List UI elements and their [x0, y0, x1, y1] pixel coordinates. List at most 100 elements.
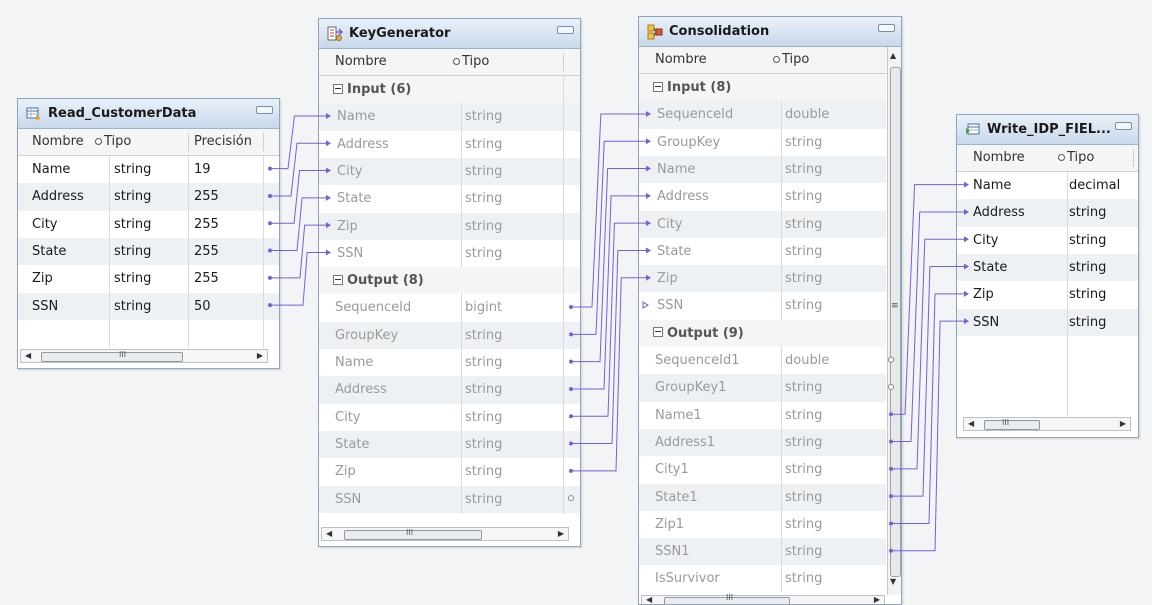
header-type[interactable]: Tipo: [782, 47, 809, 73]
vertical-scrollbar[interactable]: ▲ ≡ ▼: [887, 47, 901, 595]
port-row[interactable]: SSN string: [639, 292, 886, 319]
scroll-right-arrow[interactable]: ▶: [558, 529, 564, 539]
port-row[interactable]: State string: [319, 430, 580, 459]
column-resize-handle[interactable]: [95, 138, 102, 145]
port-group-header[interactable]: Input (6): [319, 76, 580, 104]
port-row[interactable]: SSN string: [957, 308, 1138, 336]
header-type[interactable]: Tipo: [462, 49, 489, 75]
consolidation-titlebar[interactable]: Consolidation: [639, 17, 901, 47]
port-row[interactable]: GroupKey string: [639, 129, 886, 156]
port-link[interactable]: [571, 249, 647, 445]
scroll-left-arrow[interactable]: ◀: [646, 595, 652, 604]
port-row[interactable]: City string: [957, 227, 1138, 254]
port-row[interactable]: State string: [639, 238, 886, 265]
port-row[interactable]: Name string 19: [18, 156, 279, 183]
port-link[interactable]: [571, 140, 647, 335]
port-link[interactable]: [891, 238, 965, 470]
horizontal-scrollbar[interactable]: ◀ III ▶: [641, 593, 885, 604]
scroll-thumb[interactable]: [890, 67, 901, 577]
port-link[interactable]: [571, 168, 647, 363]
port-row[interactable]: SSN1 string: [639, 538, 886, 566]
scroll-up-arrow[interactable]: ▲: [890, 51, 896, 60]
port-link[interactable]: [891, 266, 965, 497]
horizontal-scrollbar[interactable]: ◀ III ▶: [321, 527, 569, 541]
scroll-left-arrow[interactable]: ◀: [326, 529, 332, 539]
port-link[interactable]: [891, 211, 965, 443]
column-resize-handle[interactable]: [453, 58, 460, 65]
port-row[interactable]: City string 255: [18, 211, 279, 238]
port-row[interactable]: State string: [957, 253, 1138, 282]
port-link[interactable]: [891, 293, 965, 524]
scroll-down-arrow[interactable]: ▼: [890, 577, 896, 586]
consolidation-panel[interactable]: Consolidation Nombre Tipo Input (8) Seque…: [638, 16, 902, 605]
column-resize-handle[interactable]: [1058, 154, 1065, 161]
port-row[interactable]: IsSurvivor string: [639, 565, 886, 592]
port-row[interactable]: Zip1 string: [639, 511, 886, 538]
minimize-button[interactable]: [557, 26, 574, 34]
keygenerator-panel[interactable]: KeyGenerator Nombre Tipo Input (6) Name st…: [318, 18, 581, 547]
horizontal-scrollbar[interactable]: ◀ III ▶: [20, 349, 268, 363]
scroll-left-arrow[interactable]: ◀: [968, 419, 974, 429]
port-row[interactable]: Zip string: [319, 458, 580, 485]
port-row[interactable]: Zip string: [319, 212, 580, 240]
scroll-right-arrow[interactable]: ▶: [257, 351, 263, 361]
keygenerator-titlebar[interactable]: KeyGenerator: [319, 19, 580, 49]
header-name[interactable]: Nombre: [973, 145, 1025, 171]
port-row[interactable]: SSN string: [319, 240, 580, 267]
port-row[interactable]: SSN string: [319, 485, 580, 513]
port-row[interactable]: Zip string: [957, 281, 1138, 308]
port-row[interactable]: Name string: [319, 103, 580, 131]
port-row[interactable]: Address string: [639, 183, 886, 210]
port-group-header[interactable]: Output (9): [639, 319, 886, 347]
port-row[interactable]: SequenceId bigint: [319, 294, 580, 321]
port-link[interactable]: [891, 320, 965, 552]
header-name[interactable]: Nombre: [655, 47, 707, 73]
port-link[interactable]: [571, 113, 647, 308]
port-link[interactable]: [891, 184, 965, 415]
minimize-button[interactable]: [256, 106, 273, 114]
scroll-left-arrow[interactable]: ◀: [25, 351, 31, 361]
port-row[interactable]: Name1 string: [639, 402, 886, 429]
port-row[interactable]: GroupKey string: [319, 321, 580, 349]
scroll-right-arrow[interactable]: ▶: [1120, 419, 1126, 429]
port-row[interactable]: Zip string 255: [18, 265, 279, 292]
port-row[interactable]: City string: [319, 404, 580, 431]
port-row[interactable]: State1 string: [639, 483, 886, 511]
port-group-header[interactable]: Input (8): [639, 74, 886, 102]
port-row[interactable]: Address1 string: [639, 428, 886, 457]
port-row[interactable]: SequenceId1 double: [639, 347, 886, 374]
port-row[interactable]: State string: [319, 185, 580, 212]
port-row[interactable]: Name string: [639, 155, 886, 184]
port-row[interactable]: GroupKey1 string: [639, 374, 886, 402]
port-link[interactable]: [571, 277, 647, 472]
port-group-header[interactable]: Output (8): [319, 267, 580, 295]
port-row[interactable]: Name string: [319, 349, 580, 376]
port-row[interactable]: SSN string 50: [18, 292, 279, 320]
port-row[interactable]: SequenceId double: [639, 101, 886, 129]
port-row[interactable]: City string: [639, 210, 886, 238]
port-row[interactable]: City1 string: [639, 456, 886, 483]
port-link[interactable]: [571, 195, 647, 390]
port-row[interactable]: Zip string: [639, 265, 886, 293]
port-link[interactable]: [571, 222, 647, 417]
read-customerdata-panel[interactable]: Read_CustomerData Nombre Tipo Precisión …: [17, 98, 280, 369]
port-row[interactable]: Name decimal: [957, 172, 1138, 199]
port-row[interactable]: Address string 255: [18, 183, 279, 211]
horizontal-scrollbar[interactable]: ◀ III ▶: [963, 417, 1131, 431]
scroll-right-arrow[interactable]: ▶: [874, 595, 880, 604]
port-row[interactable]: Address string: [319, 131, 580, 158]
minimize-button[interactable]: [1115, 122, 1132, 130]
port-row[interactable]: Address string: [957, 199, 1138, 227]
header-type[interactable]: Tipo: [1067, 145, 1094, 171]
header-name[interactable]: Nombre: [32, 129, 84, 155]
header-type[interactable]: Tipo: [104, 129, 131, 155]
minimize-button[interactable]: [878, 24, 895, 32]
port-row[interactable]: State string 255: [18, 237, 279, 266]
scroll-thumb[interactable]: [41, 352, 183, 362]
write-idp-panel[interactable]: Write_IDP_FIEL... Nombre Tipo Name decima…: [956, 114, 1139, 438]
collapse-icon[interactable]: [333, 83, 343, 94]
read-customerdata-titlebar[interactable]: Read_CustomerData: [18, 99, 279, 129]
collapse-icon[interactable]: [653, 327, 663, 338]
header-name[interactable]: Nombre: [335, 49, 387, 75]
column-resize-handle[interactable]: [773, 56, 780, 63]
